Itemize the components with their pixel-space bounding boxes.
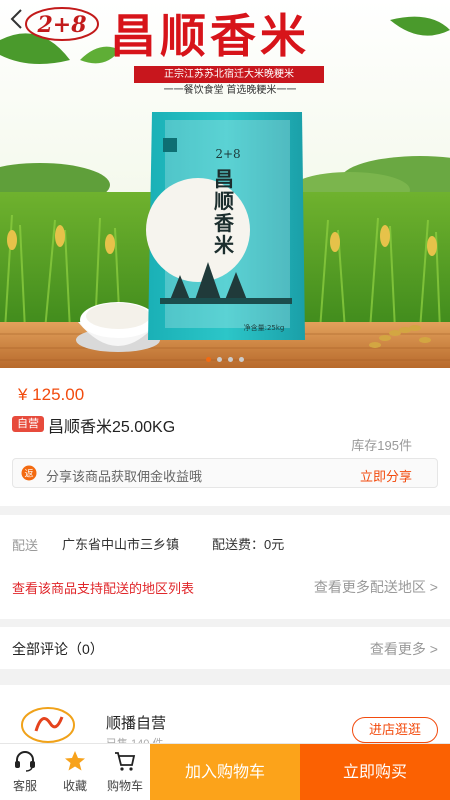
more-regions-link[interactable]: 查看更多配送地区 > [314,577,438,597]
visit-store-button[interactable]: 进店逛逛 [352,717,438,743]
reviews-card: 全部评论（0） 查看更多 > [0,627,450,669]
add-to-cart-button[interactable]: 加入购物车 [150,744,300,800]
delivery-fee: 配送费：0元 [212,537,285,552]
brand-logo-text: 2+8 [36,12,86,38]
carousel-dot[interactable] [206,357,211,362]
share-rebate-icon-text: 返 [24,468,33,480]
hero-banner: 正宗江苏苏北宿迁大米晚粳米 [134,66,324,83]
bag-title: 昌顺香米 [214,167,234,257]
product-detail-page: 2+8 净含量:25kg 昌顺香米 2+8 昌顺香米 正宗江苏苏北宿迁大米晚粳米… [0,0,450,800]
hero-slogan: 一一餐饮食堂 首选晚粳米一一 [163,85,297,96]
brand-logo: 2+8 [22,4,102,44]
supported-regions-link[interactable]: 查看该商品支持配送的地区列表 [12,578,194,597]
delivery-address: 广东省中山市三乡镇 [62,537,180,552]
share-commission-bar[interactable]: 返 分享该商品获取佣金收益哦 立即分享 [12,458,438,488]
bag-logo: 2+8 [215,147,240,161]
reviews-more-link[interactable]: 查看更多 > [370,639,438,659]
service-tab[interactable]: 客服 [0,744,50,800]
buy-now-button[interactable]: 立即购买 [300,744,450,800]
star-icon [65,751,85,771]
cart-label: 购物车 [106,779,143,793]
hero-title: 昌顺香米 [110,9,310,63]
bottom-action-bar: 客服 收藏 购物车 加入购物车 立即购买 [0,743,450,800]
carousel-dot[interactable] [239,357,244,362]
store-name: 顺播自营 [106,715,167,732]
product-image-carousel[interactable]: 2+8 净含量:25kg 昌顺香米 2+8 昌顺香米 正宗江苏苏北宿迁大米晚粳米… [0,0,450,368]
reviews-title: 全部评论（0） [12,641,104,657]
service-label: 客服 [12,779,37,793]
delivery-label: 配送 [12,538,39,553]
delivery-card: 配送 广东省中山市三乡镇 配送费：0元 查看该商品支持配送的地区列表 查看更多配… [0,515,450,619]
carousel-dot[interactable] [228,357,233,362]
favorite-label: 收藏 [62,779,87,793]
carousel-indicator [0,357,450,362]
share-text: 分享该商品获取佣金收益哦 [46,469,203,484]
favorite-tab[interactable]: 收藏 [50,744,100,800]
share-now-button[interactable]: 立即分享 [360,466,412,485]
product-name: 昌顺香米25.00KG [48,419,176,436]
share-rebate-icon: 返 [21,465,37,481]
self-operated-badge: 自营 [12,416,44,432]
carousel-dot[interactable] [217,357,222,362]
cart-icon [115,752,136,771]
store-logo [21,707,75,743]
bag-weight: 净含量:25kg [244,323,285,332]
product-price: ¥ 125.00 [18,385,85,404]
stock-count: 库存195件 [351,438,412,453]
product-info-card: ¥ 125.00 自营 昌顺香米25.00KG 库存195件 返 分享该商品获取… [0,368,450,506]
cart-tab[interactable]: 购物车 [100,744,150,800]
headset-icon [15,751,35,772]
